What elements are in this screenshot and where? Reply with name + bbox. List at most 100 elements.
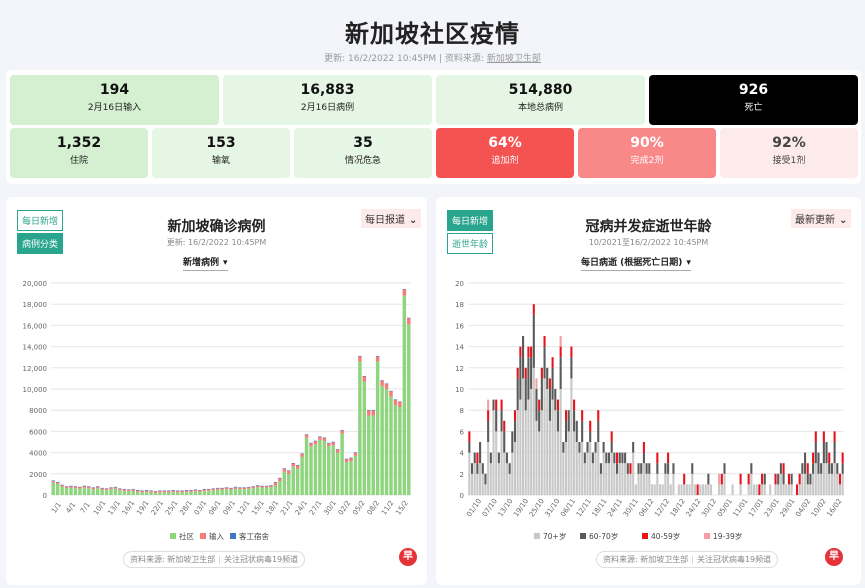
bar-segment xyxy=(60,484,64,486)
bar-segment xyxy=(500,410,503,432)
bar-segment xyxy=(407,324,411,495)
bar-segment xyxy=(508,473,511,495)
bar-segment xyxy=(282,471,287,495)
bar-segment xyxy=(838,473,842,485)
bar-segment xyxy=(626,463,629,474)
y-tick-label: 10 xyxy=(455,386,464,394)
bar-segment xyxy=(723,463,726,474)
bar-segment xyxy=(570,346,573,358)
bar-segment xyxy=(626,473,629,495)
bar-segment xyxy=(828,452,831,464)
stat-booster: 64% 追加剂 xyxy=(436,128,574,178)
bar-segment xyxy=(193,489,198,490)
bar-segment xyxy=(313,440,318,445)
bar-segment xyxy=(747,484,750,495)
bar-segment xyxy=(841,452,844,464)
bar-segment xyxy=(589,442,592,495)
bar-segment xyxy=(782,473,785,485)
bar-segment xyxy=(402,289,407,290)
bar-segment xyxy=(127,491,131,495)
bar-segment xyxy=(602,452,605,495)
bar-segment xyxy=(511,431,514,453)
report-type-dropdown[interactable]: 每日报道 ⌄ xyxy=(361,209,422,228)
stat-two-doses: 90% 完成2剂 xyxy=(578,128,716,178)
bar-segment xyxy=(158,490,162,492)
y-tick-label: 6 xyxy=(460,428,465,436)
bar-segment xyxy=(833,442,836,464)
stat-value: 16,883 xyxy=(300,82,355,98)
bar-segment xyxy=(479,463,482,495)
bar-segment xyxy=(82,485,87,487)
bar-segment xyxy=(375,356,380,362)
bar-segment xyxy=(607,463,611,495)
follow-channel-link[interactable]: 关注冠状病毒19频道 xyxy=(224,555,298,564)
x-tick-label: 16/02 xyxy=(825,497,843,518)
bar-segment xyxy=(380,385,384,495)
bar-segment xyxy=(613,452,616,464)
bar-segment xyxy=(704,484,707,495)
bar-segment xyxy=(554,410,557,495)
x-tick-label: 18/11 xyxy=(590,497,608,518)
stat-daily-cases: 16,883 2月16日病例 xyxy=(223,75,432,125)
bar-segment xyxy=(487,420,490,442)
metric-dropdown[interactable]: 每日病逝 (根据死亡日期) ▾ xyxy=(581,255,691,271)
zaobao-logo[interactable]: 早 xyxy=(825,548,843,566)
bar-segment xyxy=(503,431,506,453)
bar-segment xyxy=(801,463,804,474)
bar-segment xyxy=(144,490,149,491)
bar-segment xyxy=(407,317,411,319)
bar-segment xyxy=(524,378,527,411)
bar-segment xyxy=(215,487,220,489)
bar-segment xyxy=(653,484,656,495)
bar-segment xyxy=(91,489,95,495)
bar-segment xyxy=(295,465,300,469)
bar-segment xyxy=(551,399,554,495)
bar-segment xyxy=(367,410,371,416)
stat-label: 接受1剂 xyxy=(772,156,806,166)
y-tick-label: 4000 xyxy=(29,450,47,458)
x-tick-label: 05/2 xyxy=(351,499,367,516)
bar-segment xyxy=(224,487,229,488)
sort-dropdown[interactable]: 最新更新 ⌄ xyxy=(791,209,852,228)
bar-segment xyxy=(344,462,349,495)
bar-segment xyxy=(118,490,122,495)
bar-segment xyxy=(171,490,175,491)
y-tick-label: 10,000 xyxy=(23,386,48,394)
bar-segment xyxy=(282,468,287,472)
x-tick-label: 18/1 xyxy=(265,499,281,516)
bar-segment xyxy=(804,452,807,474)
zaobao-logo[interactable]: 早 xyxy=(399,548,417,566)
metric-dropdown[interactable]: 新增病例 ▾ xyxy=(183,255,228,271)
bar-segment xyxy=(583,452,586,464)
bar-segment xyxy=(278,478,282,482)
x-tick-label: 13/1 xyxy=(106,499,122,516)
bar-segment xyxy=(616,463,619,474)
legend-label: 社区 xyxy=(179,531,194,541)
stats-panel: 194 2月16日输入 16,883 2月16日病例 514,880 本地总病例… xyxy=(6,70,861,184)
legend-label: 70+岁 xyxy=(543,531,566,541)
x-tick-label: 23/01 xyxy=(763,497,781,518)
bar-segment xyxy=(131,488,135,490)
follow-channel-link[interactable]: 关注冠状病毒19频道 xyxy=(697,555,771,564)
source-link[interactable]: 新加坡卫生部 xyxy=(487,54,541,64)
bar-segment xyxy=(309,442,313,444)
bar-segment xyxy=(367,409,371,411)
bar-segment xyxy=(699,484,702,495)
bar-segment xyxy=(667,452,670,464)
bar-segment xyxy=(841,473,844,495)
bar-segment xyxy=(677,484,680,495)
bar-segment xyxy=(650,484,654,495)
x-tick-label: 19/1 xyxy=(135,499,151,516)
bar-segment xyxy=(318,436,322,437)
stat-value: 1,352 xyxy=(56,135,102,151)
bar-segment xyxy=(540,378,543,411)
bar-segment xyxy=(122,490,127,495)
bar-segment xyxy=(318,439,322,495)
bar-segment xyxy=(774,473,777,485)
bar-segment xyxy=(817,452,820,474)
bar-segment xyxy=(189,490,193,491)
deaths-bar-chart: 0 2 4 6 8 10 12 14 16 18 20 01/1007/1013/1019/1025/… xyxy=(455,280,844,541)
bar-segment xyxy=(402,289,407,296)
bar-segment xyxy=(642,463,645,495)
stat-label: 2月16日病例 xyxy=(300,103,355,113)
